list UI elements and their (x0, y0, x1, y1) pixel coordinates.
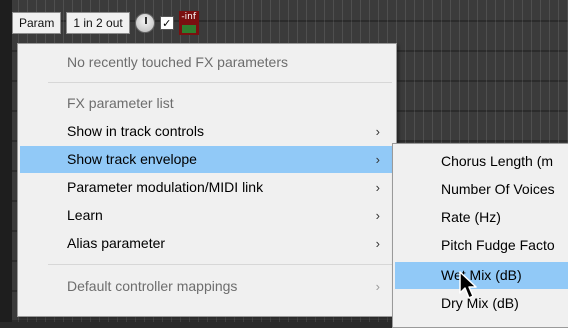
submenu-arrow-icon: › (375, 236, 380, 251)
menu-item-parameter-modulation[interactable]: Parameter modulation/MIDI link › (20, 174, 394, 201)
submenu-arrow-icon: › (375, 180, 380, 195)
submenu-item-chorus-length[interactable]: Chorus Length (m (395, 148, 568, 175)
menu-item-label: Show in track controls (67, 123, 204, 139)
menu-item-alias-parameter[interactable]: Alias parameter › (20, 230, 394, 257)
menu-item-label: Show track envelope (67, 151, 197, 167)
menu-item-label: Alias parameter (67, 235, 166, 251)
param-context-menu: No recently touched FX parameters FX par… (17, 43, 397, 317)
submenu-arrow-icon: › (375, 208, 380, 223)
submenu-item-wet-mix[interactable]: Wet Mix (dB) (395, 262, 568, 289)
mouse-pointer-icon (459, 271, 477, 299)
menu-item-show-in-track-controls[interactable]: Show in track controls › (20, 118, 394, 145)
menu-item-no-recent: No recently touched FX parameters (20, 49, 394, 76)
menu-item-label: No recently touched FX parameters (67, 54, 288, 70)
fx-toolbar: Param 1 in 2 out ✓ -inf (12, 8, 292, 38)
track-envelope-submenu: Chorus Length (m Number Of Voices Rate (… (392, 143, 568, 328)
submenu-item-dry-mix[interactable]: Dry Mix (dB) (395, 290, 568, 317)
bypass-checkbox[interactable]: ✓ (159, 16, 174, 30)
menu-item-label: Default controller mappings (67, 278, 238, 294)
submenu-item-pitch-fudge-factor[interactable]: Pitch Fudge Facto (395, 232, 568, 259)
menu-separator (48, 264, 392, 265)
menu-item-label: FX parameter list (67, 95, 174, 111)
io-routing-button[interactable]: 1 in 2 out (66, 12, 130, 34)
submenu-item-number-of-voices[interactable]: Number Of Voices (395, 176, 568, 203)
level-meter: -inf (178, 11, 199, 35)
submenu-arrow-icon: › (375, 152, 380, 167)
menu-separator (48, 82, 392, 83)
menu-item-default-controller-mappings: Default controller mappings › (20, 273, 394, 300)
submenu-arrow-icon: › (375, 279, 380, 294)
wet-knob-icon[interactable] (134, 13, 155, 33)
mixer-left-edge (0, 0, 12, 322)
menu-item-learn[interactable]: Learn › (20, 202, 394, 229)
menu-item-show-track-envelope[interactable]: Show track envelope › (20, 146, 394, 173)
submenu-item-rate[interactable]: Rate (Hz) (395, 204, 568, 231)
menu-item-fx-param-list: FX parameter list (20, 90, 394, 117)
param-button[interactable]: Param (12, 12, 62, 34)
menu-item-label: Learn (67, 207, 103, 223)
menu-item-label: Parameter modulation/MIDI link (67, 179, 264, 195)
submenu-arrow-icon: › (375, 124, 380, 139)
